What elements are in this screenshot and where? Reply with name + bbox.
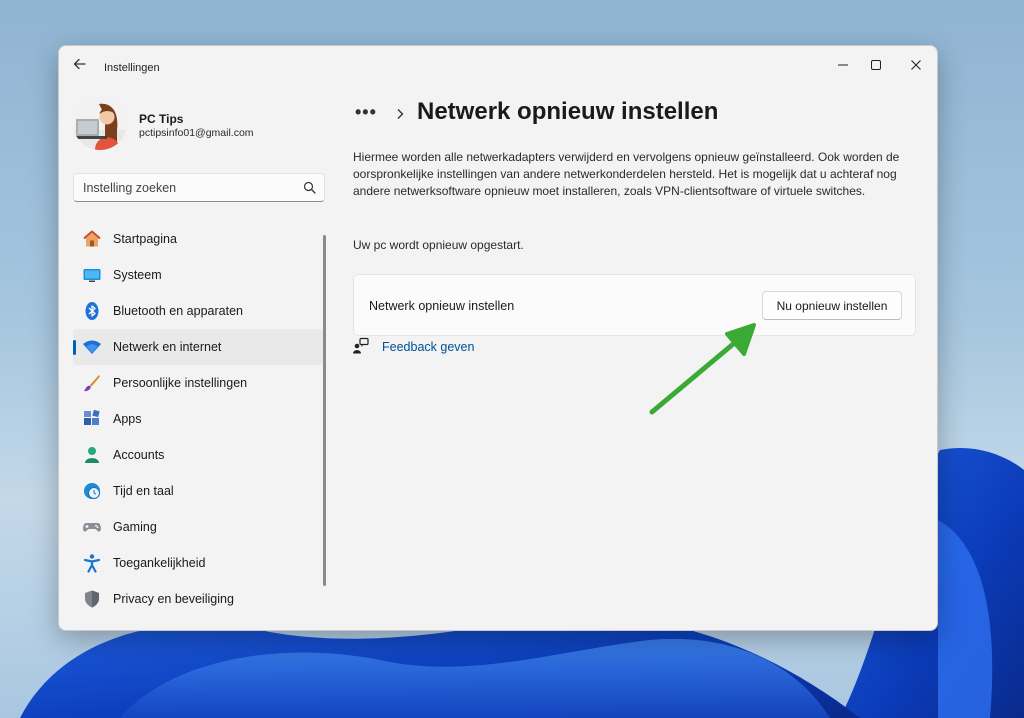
profile-email: pctipsinfo01@gmail.com [139,127,254,139]
page-description: Hiermee worden alle netwerkadapters verw… [353,150,900,198]
sidebar-item-netwerk[interactable]: Netwerk en internet [73,329,325,365]
search-input[interactable] [74,174,294,201]
title-bar: Instellingen [59,46,937,82]
search-box [73,173,325,202]
sidebar-item-startpagina[interactable]: Startpagina [73,221,325,257]
sidebar-item-label: Systeem [113,268,162,282]
gamepad-icon [83,523,101,532]
restart-note: Uw pc wordt opnieuw opgestart. [353,238,524,252]
sidebar-item-label: Gaming [113,520,157,534]
sidebar-item-privacy[interactable]: Privacy en beveiliging [73,581,325,617]
sidebar-item-tijd[interactable]: Tijd en taal [73,473,325,509]
shield-icon [85,590,99,608]
sidebar-item-persoonlijk[interactable]: Persoonlijke instellingen [73,365,325,401]
back-arrow-icon [73,58,86,70]
settings-window: Instellingen PC Tips pctipsinfo01@gmail.… [58,45,938,631]
sidebar-item-systeem[interactable]: Systeem [73,257,325,293]
sidebar-item-label: Accounts [113,448,165,462]
sidebar-item-label: Bluetooth en apparaten [113,304,243,318]
sidebar-item-label: Persoonlijke instellingen [113,376,248,390]
page-title: Netwerk opnieuw instellen [417,98,719,125]
brush-icon [84,375,100,392]
app-title: Instellingen [104,62,160,74]
user-profile[interactable]: PC Tips pctipsinfo01@gmail.com [73,96,313,152]
search-icon[interactable] [303,181,316,194]
back-button[interactable] [69,55,91,73]
network-reset-label: Netwerk opnieuw instellen [369,299,515,313]
sidebar-item-label: Startpagina [113,232,177,246]
close-icon [911,60,921,70]
sidebar-scrollbar[interactable] [323,235,326,586]
wifi-icon [83,340,101,354]
apps-icon [84,409,100,425]
bluetooth-icon [85,302,99,320]
sidebar-item-toegankelijkheid[interactable]: Toegankelijkheid [73,545,325,581]
active-indicator [73,340,76,355]
feedback-link[interactable]: Feedback geven [382,340,474,354]
sidebar-item-label: Privacy en beveiliging [113,592,234,606]
sidebar-item-label: Apps [113,412,142,426]
maximize-button[interactable] [856,52,896,78]
home-icon [83,230,101,247]
sidebar-nav: Startpagina Systeem Bluetooth en apparat… [73,221,325,617]
sidebar-item-label: Toegankelijkheid [113,556,206,570]
sidebar-item-label: Netwerk en internet [113,340,222,354]
sidebar-item-accounts[interactable]: Accounts [73,437,325,473]
feedback-icon [353,337,369,354]
avatar [73,96,127,150]
accessibility-icon [83,554,101,573]
sidebar-item-bluetooth[interactable]: Bluetooth en apparaten [73,293,325,329]
avatar-image [73,96,127,150]
sidebar-item-apps[interactable]: Apps [73,401,325,437]
close-button[interactable] [896,52,936,78]
accounts-icon [85,447,99,463]
network-reset-card: Netwerk opnieuw instellen Nu opnieuw ins… [353,274,916,336]
clock-globe-icon [84,483,100,499]
minimize-icon [838,64,848,66]
reset-now-button[interactable]: Nu opnieuw instellen [762,291,902,320]
breadcrumb-more-button[interactable]: ••• [355,102,377,123]
profile-name: PC Tips [139,112,184,126]
chevron-right-icon [397,109,404,119]
system-icon [83,269,101,282]
sidebar-item-gaming[interactable]: Gaming [73,509,325,545]
sidebar-item-label: Tijd en taal [113,484,174,498]
maximize-icon [871,60,881,70]
